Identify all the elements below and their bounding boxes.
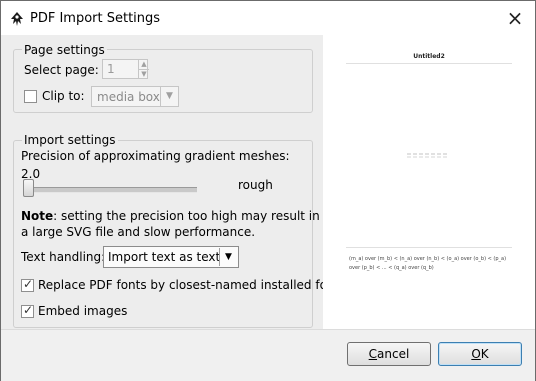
chevron-down-icon: ▼ xyxy=(219,248,237,266)
page-preview: Untitled2 (m_a) over (m_b) < (n_a) over … xyxy=(323,35,535,329)
preview-formula-graphic xyxy=(407,153,447,158)
chevron-down-icon: ▼ xyxy=(160,87,178,106)
cancel-button[interactable]: Cancel xyxy=(347,342,431,366)
text-handling-select[interactable]: Import text as text ▼ xyxy=(103,246,239,268)
select-page-spinner[interactable]: 1 ▲ ▼ xyxy=(102,59,149,79)
clip-to-label: Clip to: xyxy=(42,89,85,103)
preview-page-title: Untitled2 xyxy=(413,53,445,60)
close-icon[interactable]: × xyxy=(503,6,527,30)
inkscape-icon xyxy=(11,12,23,26)
replace-fonts-label: Replace PDF fonts by closest-named insta… xyxy=(38,278,346,292)
preview-page: Untitled2 (m_a) over (m_b) < (n_a) over … xyxy=(346,51,512,295)
precision-slider-handle[interactable] xyxy=(23,179,34,197)
import-settings-heading: Import settings xyxy=(22,133,118,147)
embed-images-label: Embed images xyxy=(38,304,128,318)
text-handling-label: Text handling: xyxy=(21,250,106,264)
embed-images-checkbox[interactable] xyxy=(21,303,34,318)
text-handling-value: Import text as text xyxy=(108,250,221,264)
preview-footer-line-2: over (p_b) < ... < (q_a) over (q_b) xyxy=(349,265,434,271)
spinner-up-icon[interactable]: ▲ xyxy=(138,60,149,69)
page-settings-heading: Page settings xyxy=(22,43,107,57)
precision-label: Precision of approximating gradient mesh… xyxy=(21,149,290,163)
note-line-1: : setting the precision too high may res… xyxy=(53,209,320,223)
ok-mnemonic: O xyxy=(471,347,481,361)
clip-to-value: media box xyxy=(97,90,160,104)
select-page-label: Select page: xyxy=(24,63,99,77)
rough-label: rough xyxy=(238,178,273,192)
select-page-value: 1 xyxy=(107,62,115,76)
preview-divider xyxy=(346,247,512,248)
precision-note: Note: setting the precision too high may… xyxy=(21,208,320,240)
precision-slider-track[interactable] xyxy=(27,187,197,193)
ok-label: K xyxy=(480,347,489,361)
window-title: PDF Import Settings xyxy=(30,11,161,26)
note-bold: Note xyxy=(21,209,54,223)
pdf-import-dialog: PDF Import Settings × Page settings Sele… xyxy=(0,0,536,381)
dialog-content: Page settings Select page: 1 ▲ ▼ Clip to… xyxy=(1,35,535,329)
ok-button[interactable]: OK xyxy=(438,342,522,366)
cancel-label: ancel xyxy=(377,347,410,361)
title-bar: PDF Import Settings × xyxy=(1,1,535,35)
spinner-down-icon[interactable]: ▼ xyxy=(138,69,149,79)
preview-footer-text: (m_a) over (m_b) < (n_a) over (n_b) < (o… xyxy=(349,255,511,273)
replace-fonts-checkbox[interactable] xyxy=(21,277,34,292)
button-bar: Cancel OK xyxy=(1,329,535,381)
preview-footer-line-1: (m_a) over (m_b) < (n_a) over (n_b) < (o… xyxy=(349,256,507,262)
cancel-mnemonic: C xyxy=(368,347,378,361)
preview-divider xyxy=(346,63,512,64)
clip-to-select[interactable]: media box ▼ xyxy=(91,86,179,107)
note-line-2: a large SVG file and slow performance. xyxy=(21,225,256,239)
clip-to-checkbox[interactable] xyxy=(24,90,37,103)
